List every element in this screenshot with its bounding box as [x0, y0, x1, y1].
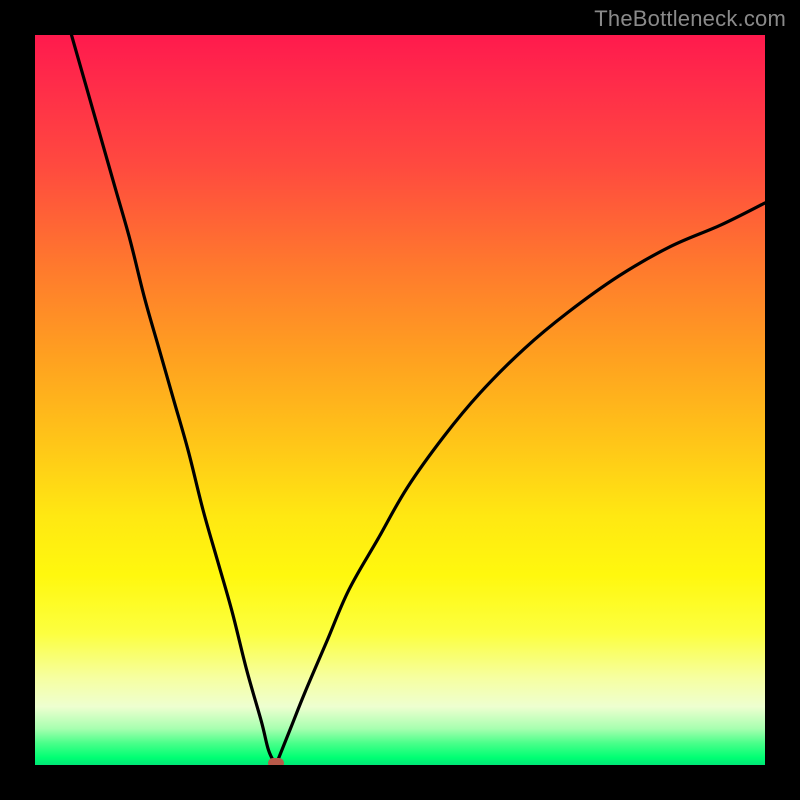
optimum-marker: [268, 758, 284, 765]
watermark-text: TheBottleneck.com: [594, 6, 786, 32]
chart-frame: TheBottleneck.com: [0, 0, 800, 800]
bottleneck-curve-left: [72, 35, 276, 765]
curve-layer: [35, 35, 765, 765]
plot-area: [35, 35, 765, 765]
bottleneck-curve-right: [276, 203, 765, 765]
